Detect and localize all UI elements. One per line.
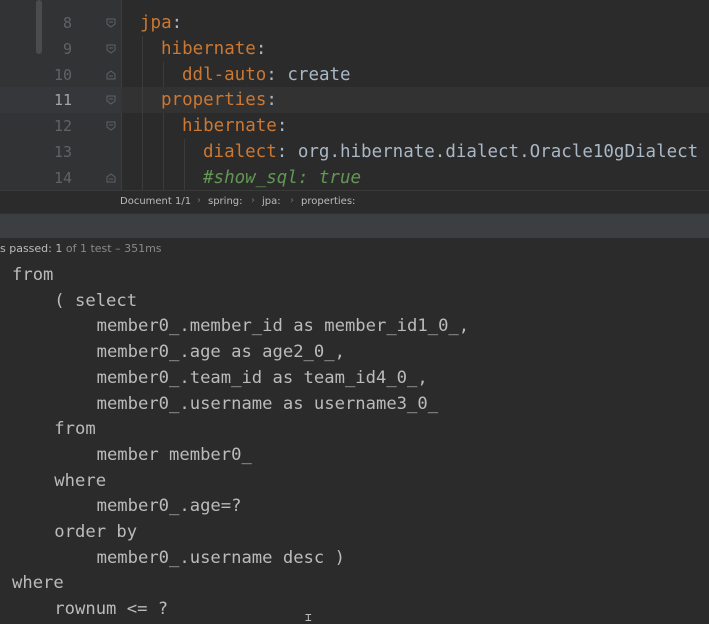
console-line: member0_.username as username3_0_ (96, 393, 439, 414)
yaml-key: jpa (140, 13, 172, 33)
console-output[interactable]: from( select member0_.member_id as member… (0, 261, 709, 623)
yaml-separator: : (266, 64, 288, 85)
breadcrumb-item[interactable]: Document 1/1 (120, 196, 191, 207)
yaml-key: dialect (203, 142, 277, 162)
breadcrumb-item[interactable]: jpa: (262, 196, 281, 207)
yaml-separator: : (276, 116, 288, 137)
line-number: 13 (53, 143, 72, 161)
line-number: 14 (53, 168, 72, 187)
yaml-separator: : (276, 142, 298, 162)
yaml-separator: : (171, 13, 183, 33)
fold-open-icon[interactable] (105, 43, 117, 55)
indent-guide (163, 139, 164, 165)
code-text: ddl-auto: create (182, 62, 351, 88)
console-line: member0_.age as age2_0_, (96, 342, 345, 363)
text-cursor-icon: ⌶ (305, 611, 312, 624)
yaml-key: hibernate (161, 38, 256, 59)
console-line: rownum <= ? (54, 599, 169, 620)
code-editor[interactable]: 8 jpa: 9 hibernate: 10 ddl-auto: create 11 prop… (0, 0, 709, 190)
fold-open-icon[interactable] (105, 17, 117, 29)
fold-open-icon[interactable] (105, 94, 117, 106)
yaml-separator: : (266, 90, 277, 111)
breadcrumb-item[interactable]: properties: (301, 196, 355, 207)
breadcrumb-chevron-icon: › (290, 195, 294, 206)
indent-guide (142, 87, 143, 114)
indent-guide (142, 139, 143, 165)
indent-guide (184, 164, 185, 190)
fold-close-icon[interactable] (105, 172, 117, 184)
code-line[interactable]: 14 #show_sql: true (0, 165, 709, 190)
line-number: 12 (53, 117, 72, 136)
code-line[interactable]: 9 hibernate: (0, 36, 709, 62)
breadcrumb-item[interactable]: spring: (208, 196, 243, 207)
code-text: hibernate: (161, 36, 266, 62)
line-number: 9 (62, 39, 72, 58)
yaml-separator: : (255, 38, 267, 59)
indent-guide (142, 35, 143, 62)
console-line: member0_.age=? (96, 496, 242, 517)
line-number: 8 (62, 14, 72, 32)
console-line: from (12, 265, 54, 285)
code-text: jpa: (140, 10, 182, 36)
indent-guide (142, 113, 143, 139)
code-line[interactable]: 11 properties: (0, 87, 709, 113)
code-text: #show_sql: true (203, 165, 361, 190)
code-text: dialect: org.hibernate.dialect.Oracle10g… (203, 139, 698, 165)
line-number: 10 (53, 65, 72, 84)
test-status-prefix: s passed: (0, 242, 56, 255)
breadcrumb-chevron-icon: › (251, 195, 255, 206)
line-number: 11 (53, 91, 72, 110)
code-line[interactable]: 8 jpa: (0, 10, 709, 36)
console-line: member0_.member_id as member_id1_0_, (96, 316, 470, 337)
test-status-detail: of 1 test – 351ms (62, 242, 162, 255)
yaml-key: properties (161, 90, 267, 111)
console-line: member0_.team_id as team_id4_0_, (96, 367, 428, 388)
yaml-comment: #show_sql: true (203, 167, 362, 188)
indent-guide (163, 164, 164, 190)
yaml-key: hibernate (182, 116, 277, 137)
console-line: from (54, 419, 96, 440)
breadcrumb: Document 1/1 › spring: › jpa: › properties: (0, 190, 709, 213)
code-text: properties: (161, 87, 277, 113)
console-line: member0_.username desc ) (96, 547, 345, 568)
indent-guide (163, 61, 164, 88)
code-line[interactable]: 12 hibernate: (0, 113, 709, 139)
yaml-value: create (287, 64, 351, 85)
indent-guide (163, 113, 164, 139)
console-line: order by (54, 522, 138, 542)
yaml-value: org.hibernate.dialect.Oracle10gDialect (297, 142, 699, 162)
code-line[interactable]: 10 ddl-auto: create (0, 62, 709, 88)
console-line: where (54, 470, 107, 491)
test-status-bar: s passed: 1 of 1 test – 351ms (0, 238, 709, 260)
indent-guide (142, 164, 143, 190)
console-line: where (12, 573, 64, 594)
console-line: ( select (54, 290, 138, 311)
yaml-key: ddl-auto (182, 64, 267, 85)
console-line: member member0_ (96, 444, 252, 465)
breadcrumb-chevron-icon: › (197, 195, 201, 206)
indent-guide (184, 139, 185, 165)
fold-open-icon[interactable] (105, 120, 117, 132)
code-text: hibernate: (182, 113, 287, 139)
code-line[interactable]: 13 dialect: org.hibernate.dialect.Oracle1… (0, 139, 709, 165)
fold-close-icon[interactable] (105, 69, 117, 81)
panel-divider[interactable] (0, 213, 709, 239)
indent-guide (142, 61, 143, 88)
